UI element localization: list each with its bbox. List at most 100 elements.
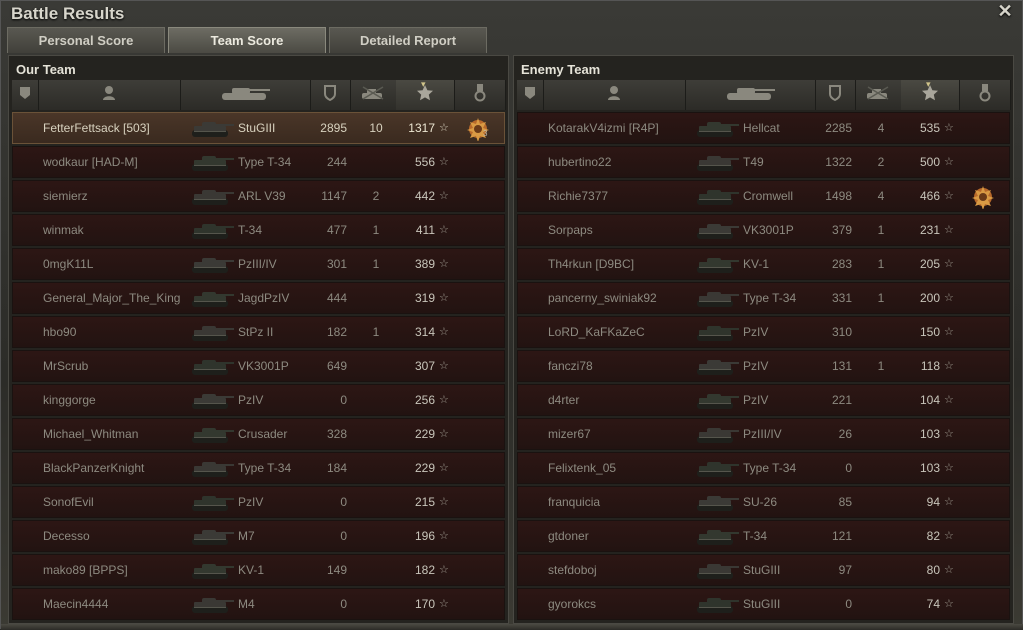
table-row[interactable]: SonofEvil PzIV 0 215 ☆ <box>12 486 505 518</box>
player-name: Maecin4444 <box>43 597 109 611</box>
squad-icon <box>18 85 32 106</box>
player-name: fanczi78 <box>548 359 593 373</box>
table-row[interactable]: Sorpaps VK3001P 379 1 231 ☆ <box>517 214 1010 246</box>
damage-value: 182 <box>326 325 347 339</box>
close-icon[interactable]: ✕ <box>996 2 1014 20</box>
star-icon: ☆ <box>439 122 449 134</box>
damage-value: 649 <box>326 359 347 373</box>
table-row[interactable]: BlackPanzerKnight Type T-34 184 229 ☆ <box>12 452 505 484</box>
medal-icon[interactable] <box>971 185 995 210</box>
table-row[interactable]: Richie7377 Cromwell 1498 4 466 ☆ <box>517 180 1010 212</box>
our-team-title: Our Team <box>16 62 76 77</box>
xp-col-header[interactable]: ▾ <box>901 80 960 110</box>
tank-icon <box>218 84 272 107</box>
damage-value: 2895 <box>320 121 347 135</box>
table-row[interactable]: wodkaur [HAD-M] Type T-34 244 556 ☆ <box>12 146 505 178</box>
table-row[interactable]: Michael_Whitman Crusader 328 229 ☆ <box>12 418 505 450</box>
table-row[interactable]: MrScrub VK3001P 649 307 ☆ <box>12 350 505 382</box>
damage-value: 283 <box>831 257 852 271</box>
player-name: d4rter <box>548 393 580 407</box>
damage-col-header[interactable] <box>310 80 351 110</box>
player-name: stefdoboj <box>548 563 597 577</box>
tank-icon <box>693 323 741 343</box>
shield-damage-icon <box>323 84 337 106</box>
vehicle-col-header[interactable] <box>685 80 816 110</box>
medal-col-header[interactable] <box>959 80 1011 110</box>
damage-value: 301 <box>326 257 347 271</box>
tab-personal-score[interactable]: Personal Score <box>7 27 165 53</box>
kills-value: 2 <box>877 155 885 169</box>
kills-value: 1 <box>372 257 380 271</box>
enemy-team-header: ▾ <box>517 80 1011 110</box>
tank-icon <box>188 527 236 547</box>
kills-value: 4 <box>877 121 885 135</box>
table-row[interactable]: mizer67 PzIII/IV 26 103 ☆ <box>517 418 1010 450</box>
table-row[interactable]: gyorokcs StuGIII 0 74 ☆ <box>517 588 1010 620</box>
shield-damage-icon <box>828 84 842 106</box>
damage-value: 379 <box>831 223 852 237</box>
player-name: franquicia <box>548 495 601 509</box>
kills-col-header[interactable] <box>350 80 397 110</box>
table-row[interactable]: gtdoner T-34 121 82 ☆ <box>517 520 1010 552</box>
damage-value: 0 <box>340 529 347 543</box>
tank-icon <box>188 493 236 513</box>
squad-col-header[interactable] <box>517 80 544 110</box>
xp-value: 196 <box>414 529 435 543</box>
damage-value: 221 <box>831 393 852 407</box>
table-row[interactable]: hubertino22 T49 1322 2 500 ☆ <box>517 146 1010 178</box>
table-row[interactable]: siemierz ARL V39 1147 2 442 ☆ <box>12 180 505 212</box>
player-name: winmak <box>43 223 84 237</box>
player-col-header[interactable] <box>38 80 181 110</box>
battle-results-window: Battle Results ✕ Personal Score Team Sco… <box>0 0 1023 630</box>
xp-value: 319 <box>414 291 435 305</box>
tank-icon <box>188 289 236 309</box>
player-name: Th4rkun [D9BC] <box>548 257 635 271</box>
table-row[interactable]: pancerny_swiniak92 Type T-34 331 1 200 ☆ <box>517 282 1010 314</box>
damage-value: 0 <box>845 461 852 475</box>
table-row[interactable]: Decesso M7 0 196 ☆ <box>12 520 505 552</box>
player-name: LoRD_KaFKaZeC <box>548 325 645 339</box>
table-row[interactable]: KotarakV4izmi [R4P] Hellcat 2285 4 535 ☆ <box>517 112 1010 144</box>
xp-value: 200 <box>919 291 940 305</box>
table-row[interactable]: d4rter PzIV 221 104 ☆ <box>517 384 1010 416</box>
table-row[interactable]: franquicia SU-26 85 94 ☆ <box>517 486 1010 518</box>
xp-value: 103 <box>919 427 940 441</box>
kills-value <box>356 521 396 551</box>
table-row[interactable]: kinggorge PzIV 0 256 ☆ <box>12 384 505 416</box>
table-row[interactable]: winmak T-34 477 1 411 ☆ <box>12 214 505 246</box>
damage-value: 184 <box>326 461 347 475</box>
kills-col-header[interactable] <box>855 80 902 110</box>
sort-caret-icon: ▾ <box>421 79 426 89</box>
table-row[interactable]: fanczi78 PzIV 131 1 118 ☆ <box>517 350 1010 382</box>
medal-icon <box>979 83 991 107</box>
player-col-header[interactable] <box>543 80 686 110</box>
tab-team-score[interactable]: Team Score <box>168 27 326 53</box>
kills-value <box>861 589 901 619</box>
damage-value: 149 <box>326 563 347 577</box>
table-row[interactable]: LoRD_KaFKaZeC PzIV 310 150 ☆ <box>517 316 1010 348</box>
damage-col-header[interactable] <box>815 80 856 110</box>
star-icon: ☆ <box>439 428 449 440</box>
squad-col-header[interactable] <box>12 80 39 110</box>
star-icon: ☆ <box>439 530 449 542</box>
xp-value: 118 <box>920 359 940 373</box>
table-row[interactable]: 0mgK11L PzIII/IV 301 1 389 ☆ <box>12 248 505 280</box>
star-icon: ☆ <box>944 360 954 372</box>
table-row[interactable]: stefdoboj StuGIII 97 80 ☆ <box>517 554 1010 586</box>
table-row[interactable]: Maecin4444 M4 0 170 ☆ <box>12 588 505 620</box>
tab-detailed-report[interactable]: Detailed Report <box>329 27 487 53</box>
table-row[interactable]: mako89 [BPPS] KV-1 149 182 ☆ <box>12 554 505 586</box>
window-title: Battle Results <box>11 4 125 23</box>
table-row[interactable]: General_Major_The_King JagdPzIV 444 319 ☆ <box>12 282 505 314</box>
table-row[interactable]: Felixtenk_05 Type T-34 0 103 ☆ <box>517 452 1010 484</box>
kills-value <box>861 453 901 483</box>
table-row[interactable]: Th4rkun [D9BC] KV-1 283 1 205 ☆ <box>517 248 1010 280</box>
vehicle-col-header[interactable] <box>180 80 311 110</box>
medal-col-header[interactable] <box>454 80 506 110</box>
table-row[interactable]: FetterFettsack [503] StuGIII 2895 10 1317 ☆ 3 <box>12 112 505 144</box>
xp-col-header[interactable]: ▾ <box>396 80 455 110</box>
kills-value <box>356 419 396 449</box>
table-row[interactable]: hbo90 StPz II 182 1 314 ☆ <box>12 316 505 348</box>
star-icon: ☆ <box>944 122 954 134</box>
xp-value: 170 <box>414 597 435 611</box>
